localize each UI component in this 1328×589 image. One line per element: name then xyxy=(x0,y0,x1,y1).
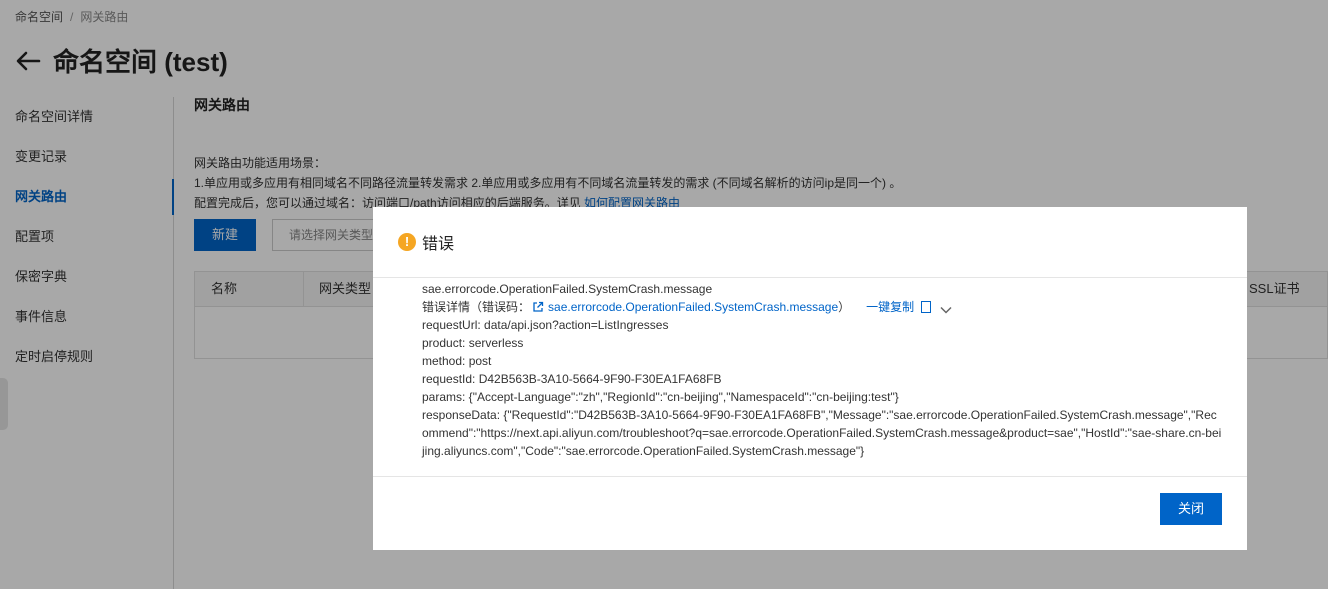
error-code-link[interactable]: sae.errorcode.OperationFailed.SystemCras… xyxy=(548,298,838,316)
error-detail-label: 错误详情（错误码： xyxy=(422,300,531,314)
error-message: sae.errorcode.OperationFailed.SystemCras… xyxy=(422,282,713,296)
external-link-icon[interactable] xyxy=(532,301,544,313)
error-detail-row: 错误详情（错误码： sae.errorcode.OperationFailed.… xyxy=(422,298,1223,316)
dialog-title: 错误 xyxy=(422,236,455,253)
error-dialog: ! 错误 sae.errorcode.OperationFailed.Syste… xyxy=(373,207,1247,550)
dialog-body: sae.errorcode.OperationFailed.SystemCras… xyxy=(373,278,1247,460)
error-detail-close: ） xyxy=(838,300,851,314)
copy-icon xyxy=(921,301,932,313)
dialog-header: ! 错误 xyxy=(373,207,1247,278)
product: product: serverless xyxy=(422,336,524,350)
request-url: requestUrl: data/api.json?action=ListIng… xyxy=(422,318,669,332)
copy-label: 一键复制 xyxy=(866,300,915,314)
warning-icon: ! xyxy=(398,233,416,251)
chevron-down-icon[interactable] xyxy=(939,302,953,314)
method: method: post xyxy=(422,354,492,368)
dialog-footer: 关闭 xyxy=(373,476,1247,550)
close-button[interactable]: 关闭 xyxy=(1160,493,1222,525)
response-data: responseData: {"RequestId":"D42B563B-3A1… xyxy=(422,408,1222,458)
page: 命名空间 / 网关路由 命名空间 (test) 命名空间详情 变更记录 网关路由 配… xyxy=(0,0,1328,589)
copy-button[interactable]: 一键复制 xyxy=(866,298,932,316)
params: params: {"Accept-Language":"zh","RegionI… xyxy=(422,390,899,404)
request-id: requestId: D42B563B-3A10-5664-9F90-F30EA… xyxy=(422,372,722,386)
